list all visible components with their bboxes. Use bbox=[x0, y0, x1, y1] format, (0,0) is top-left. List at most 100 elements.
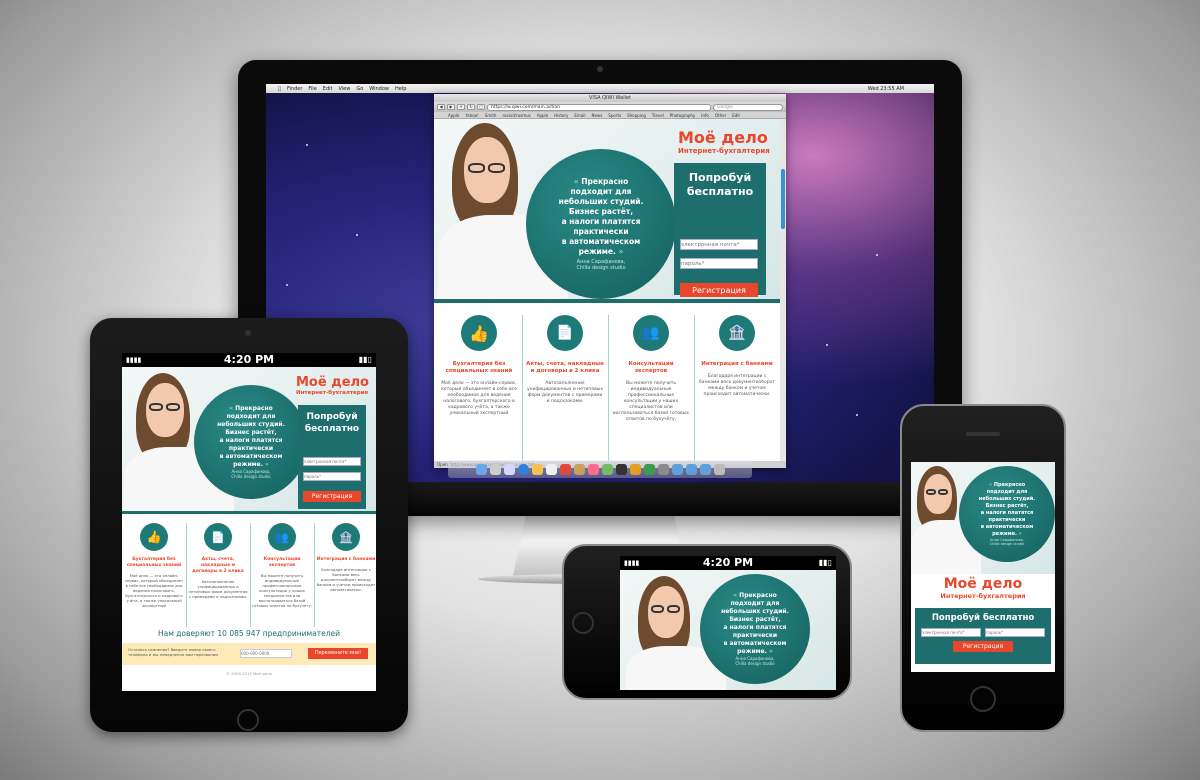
finder-icon[interactable] bbox=[475, 463, 487, 475]
thumbs-up-icon: 👍 bbox=[461, 315, 497, 351]
feature-accounting: 👍 Бухгалтерия без специальных знаний Моё… bbox=[124, 523, 184, 608]
forward-button-icon[interactable]: ▶ bbox=[447, 104, 455, 110]
battery-icon: ▮▮▯ bbox=[358, 355, 372, 364]
menu-item[interactable]: View bbox=[338, 86, 350, 92]
callback-button[interactable]: Перезвоните мне! bbox=[308, 648, 368, 659]
register-button[interactable]: Регистрация bbox=[953, 641, 1013, 652]
feature-documents: 📄 Акты, счета, накладные и договоры в 2 … bbox=[188, 523, 248, 599]
signup-panel: Попробуй бесплатно Регистрация bbox=[915, 608, 1051, 664]
iphone-home-button[interactable] bbox=[572, 612, 594, 634]
system-preferences-icon[interactable] bbox=[657, 463, 669, 475]
feature-accounting: 👍 Бухгалтерия без специальных знаний Моё… bbox=[440, 315, 518, 417]
calendar-icon[interactable] bbox=[559, 463, 571, 475]
imac-camera bbox=[597, 66, 603, 72]
password-field[interactable] bbox=[985, 628, 1045, 637]
quote-open-icon: « bbox=[573, 177, 579, 186]
testimonial-bubble: « Прекрасно подходит для небольших студи… bbox=[194, 385, 308, 499]
page-scrollbar[interactable] bbox=[780, 119, 786, 461]
bookmark-item[interactable]: Travel bbox=[652, 113, 664, 118]
register-button[interactable]: Регистрация bbox=[680, 283, 758, 297]
ichat-icon[interactable] bbox=[531, 463, 543, 475]
password-field[interactable] bbox=[680, 258, 758, 269]
password-field[interactable] bbox=[303, 472, 361, 481]
address-bar[interactable]: https://w.qiwi.com/main.action bbox=[487, 103, 711, 111]
landing-page-phone-portrait: « Прекрасно подходит для небольших студи… bbox=[911, 462, 1055, 672]
bookmark-item[interactable]: Sports bbox=[608, 113, 621, 118]
bookmark-item[interactable]: Shopping bbox=[627, 113, 646, 118]
menu-item[interactable]: Window bbox=[369, 86, 389, 92]
email-field[interactable] bbox=[303, 457, 361, 466]
callback-bar: Остались сомнения? Введите номер своего … bbox=[122, 643, 376, 665]
share-icon[interactable]: □ bbox=[477, 104, 485, 110]
iphone-home-button[interactable] bbox=[970, 686, 996, 712]
bookmark-item[interactable]: Apple bbox=[448, 113, 459, 118]
email-field[interactable] bbox=[680, 239, 758, 250]
phone-field[interactable] bbox=[240, 649, 292, 658]
quote-close-icon: » bbox=[618, 247, 624, 256]
hero-divider bbox=[434, 299, 780, 303]
ipad-home-button[interactable] bbox=[237, 709, 259, 731]
bookmark-item[interactable]: ravioli/rasmus bbox=[502, 113, 530, 118]
bookmark-item[interactable]: Photography bbox=[670, 113, 696, 118]
mac-dock bbox=[448, 460, 752, 478]
thumbs-up-icon: 👍 bbox=[140, 523, 168, 551]
iphoto-icon[interactable] bbox=[601, 463, 613, 475]
testimonial-bubble: « Прекрасно подходит для небольших студи… bbox=[700, 574, 810, 684]
testimonial-bubble: « Прекрасно подходит для небольших студи… bbox=[526, 149, 676, 299]
documents-folder-icon[interactable] bbox=[685, 463, 697, 475]
logo[interactable]: Моё дело Интернет-бухгалтерия bbox=[678, 129, 778, 156]
bookmark-item[interactable]: Info bbox=[701, 113, 709, 118]
bookmark-item[interactable]: Edit bbox=[732, 113, 740, 118]
safari-icon[interactable] bbox=[517, 463, 529, 475]
bookmark-item[interactable]: Apple bbox=[537, 113, 548, 118]
experts-icon: 👥 bbox=[633, 315, 669, 351]
reload-icon[interactable]: ↻ bbox=[467, 104, 475, 110]
bookmark-item[interactable]: News bbox=[591, 113, 602, 118]
battery-icon: ▮▮▯ bbox=[818, 558, 832, 567]
documents-mouse-icon: 📄 bbox=[204, 523, 232, 551]
bookmark-item[interactable]: Smith bbox=[485, 113, 497, 118]
applications-folder-icon[interactable] bbox=[671, 463, 683, 475]
logo[interactable]: Моё дело Интернет-бухгалтерия bbox=[911, 576, 1055, 600]
time-machine-icon[interactable] bbox=[643, 463, 655, 475]
experts-icon: 👥 bbox=[268, 523, 296, 551]
feature-banks: 🏦 Интеграция с банками Благодаря интегра… bbox=[316, 523, 376, 592]
iphone-status-bar: ▮▮▮▮ 4:20 PM ▮▮▯ bbox=[620, 556, 836, 570]
menu-item[interactable]: Edit bbox=[323, 86, 333, 92]
menu-item[interactable]: Finder bbox=[287, 86, 302, 92]
bank-sync-icon: 🏦 bbox=[719, 315, 755, 351]
bookmark-item[interactable]: Yahoo! bbox=[465, 113, 478, 118]
menu-clock: Wed 23:55 AM bbox=[867, 85, 904, 92]
search-input[interactable]: Google bbox=[713, 103, 783, 111]
menu-item[interactable]: File bbox=[308, 86, 316, 92]
bookmark-item[interactable]: Email bbox=[574, 113, 585, 118]
testimonial-bubble: « Прекрасно подходит для небольших студи… bbox=[959, 466, 1055, 562]
bookmarks-bar: Apple Yahoo! Smith ravioli/rasmus Apple … bbox=[434, 112, 786, 119]
signal-icon: ▮▮▮▮ bbox=[126, 356, 142, 364]
apple-menu-icon[interactable]:  bbox=[278, 86, 281, 92]
trust-counter: Нам доверяют 10 085 947 предпринимателей bbox=[157, 629, 341, 638]
back-button-icon[interactable]: ◀ bbox=[437, 104, 445, 110]
register-button[interactable]: Регистрация bbox=[303, 491, 361, 502]
imovie-icon[interactable] bbox=[615, 463, 627, 475]
itunes-icon[interactable] bbox=[587, 463, 599, 475]
feature-banks: 🏦 Интеграция с банками Благодаря интегра… bbox=[698, 315, 776, 398]
landing-page-desktop: « Прекрасно подходит для небольших студи… bbox=[434, 119, 786, 461]
logo[interactable]: Моё дело Интернет-бухгалтерия bbox=[296, 375, 376, 396]
trash-icon[interactable] bbox=[713, 463, 725, 475]
browser-toolbar: ◀ ▶ + ↻ □ https://w.qiwi.com/main.action… bbox=[434, 102, 786, 112]
address-book-icon[interactable] bbox=[545, 463, 557, 475]
dashboard-icon[interactable] bbox=[489, 463, 501, 475]
menu-item[interactable]: Help bbox=[395, 86, 406, 92]
ipad-status-bar: ▮▮▮▮ 4:20 PM ▮▮▯ bbox=[122, 353, 376, 367]
bookmark-item[interactable]: History bbox=[554, 113, 568, 118]
email-field[interactable] bbox=[921, 628, 981, 637]
mail-icon[interactable] bbox=[503, 463, 515, 475]
add-bookmark-icon[interactable]: + bbox=[457, 104, 465, 110]
signup-panel: Попробуй бесплатно Регистрация bbox=[674, 163, 766, 297]
garageband-icon[interactable] bbox=[629, 463, 641, 475]
preview-icon[interactable] bbox=[573, 463, 585, 475]
bookmark-item[interactable]: Other bbox=[715, 113, 726, 118]
menu-item[interactable]: Go bbox=[356, 86, 363, 92]
downloads-folder-icon[interactable] bbox=[699, 463, 711, 475]
